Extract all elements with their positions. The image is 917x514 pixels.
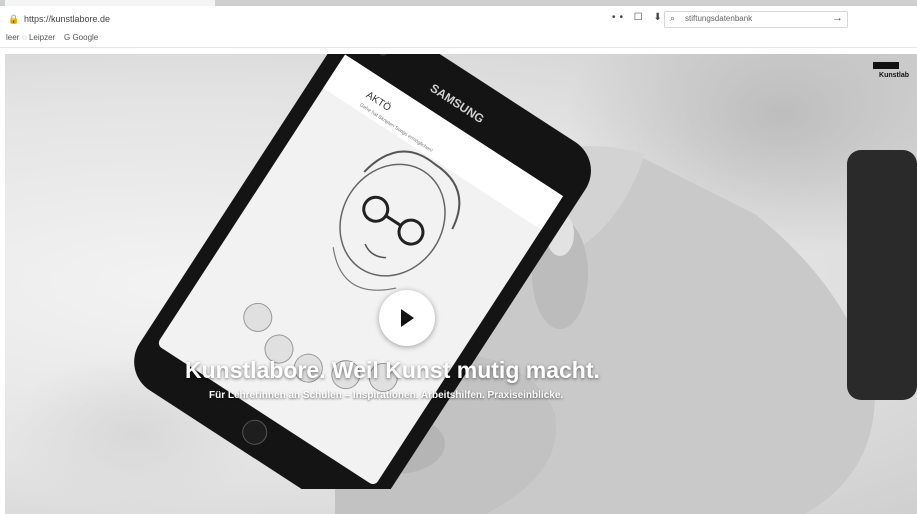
address-bar: 🔒 https://kunstlabore.de •• ☐ ⬇ ⌕ stiftu… [0, 8, 917, 30]
brand-logo-text[interactable]: Kunstlab [879, 72, 909, 79]
url-text[interactable]: https://kunstlabore.de [24, 14, 110, 24]
search-go-arrow-icon[interactable]: → [832, 12, 843, 24]
lock-icon: 🔒 [8, 14, 20, 24]
bookmark-label: Leipzer [28, 33, 56, 42]
play-video-button[interactable] [379, 290, 435, 346]
bookmark-item-with-google-icon[interactable]: G Google [64, 33, 98, 42]
bookmark-item-with-globe-icon[interactable]: ◌ Leipzer [22, 33, 55, 42]
wristwatch [847, 150, 917, 400]
page-actions-icons[interactable]: •• ☐ ⬇ [612, 12, 666, 23]
smartphone-illustration: SAMSUNG AKTÖ Gehe hat Skripten Songs erm… [134, 54, 591, 489]
hero-subline: Für Lehrerinnen an Schulen – Inspiration… [209, 390, 564, 401]
search-input[interactable]: stiftungsdatenbank [685, 14, 752, 23]
bookmarks-bar: leer ◌ Leipzer G Google [0, 31, 917, 48]
bookmark-item[interactable]: leer [6, 33, 19, 42]
search-box[interactable]: ⌕ stiftungsdatenbank → [664, 11, 848, 28]
hero-headline: Kunstlabore. Weil Kunst mutig macht. [185, 357, 600, 383]
hero-section: SAMSUNG AKTÖ Gehe hat Skripten Songs erm… [5, 54, 917, 514]
search-icon: ⌕ [670, 13, 676, 23]
bookmark-label: Google [72, 33, 99, 42]
play-icon [401, 309, 414, 327]
active-tab[interactable] [5, 0, 215, 6]
tab-strip [0, 0, 917, 6]
brand-logo-mark [873, 62, 899, 69]
